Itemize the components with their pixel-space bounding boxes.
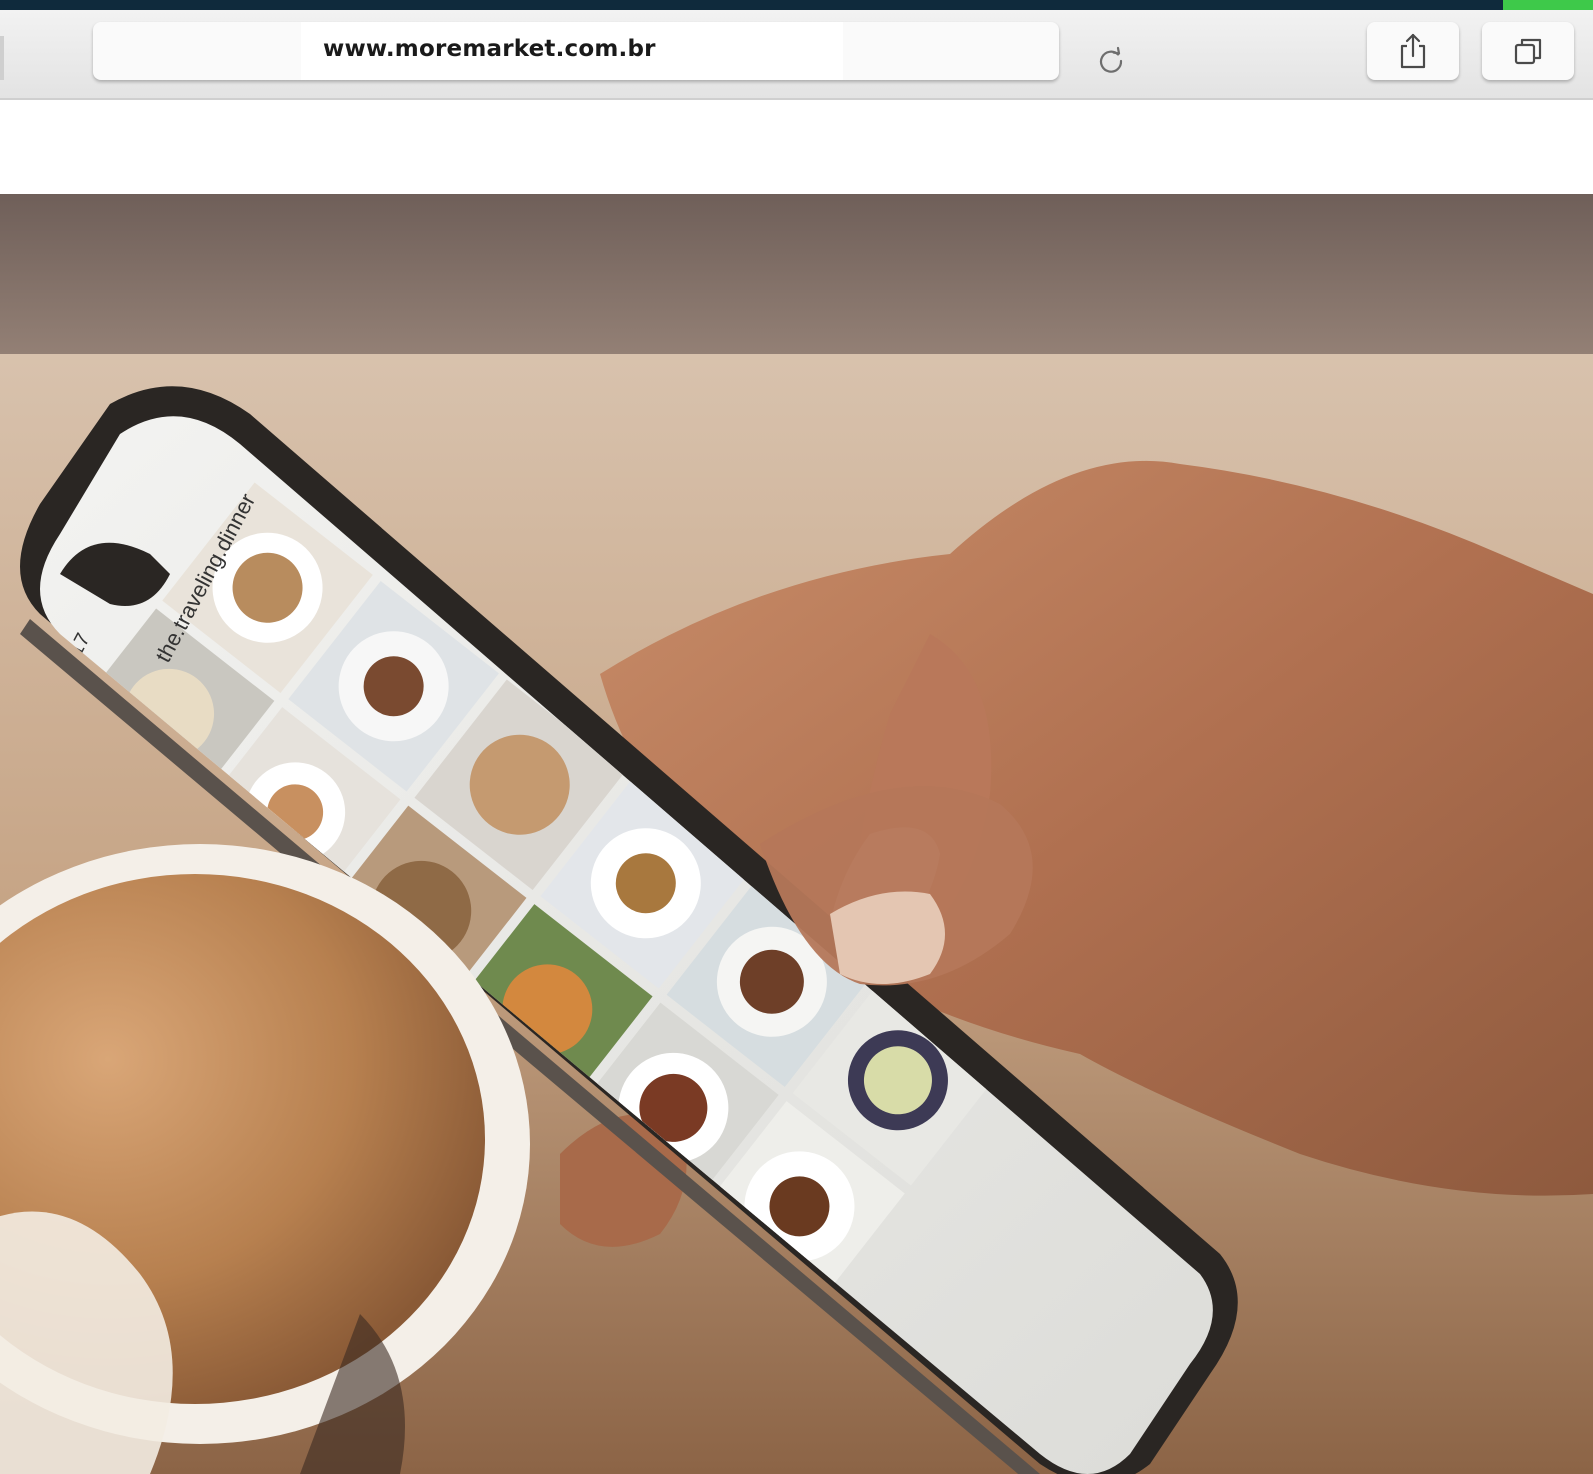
reload-button[interactable]: [1093, 42, 1129, 78]
url-text[interactable]: www.moremarket.com.br: [323, 36, 656, 62]
hero-photo: 4:17 the.traveling.dinner: [0, 194, 1593, 1474]
tabs-icon: [1514, 38, 1542, 65]
address-bar[interactable]: www.moremarket.com.br: [93, 22, 1123, 80]
share-button[interactable]: [1367, 22, 1459, 80]
browser-window: www.moremarket.com.br the.traveling.dinn…: [0, 0, 1593, 1474]
share-icon: [1400, 33, 1426, 69]
reload-icon: [1099, 46, 1123, 73]
toolbar-left-edge: [0, 36, 4, 80]
status-accent-bar: [1503, 0, 1593, 10]
hero-illustration: 4:17 the.traveling.dinner: [0, 194, 1593, 1474]
tabs-button[interactable]: [1482, 22, 1574, 80]
page-blank-area: [0, 100, 1593, 194]
status-strip: [0, 0, 1593, 10]
browser-toolbar: www.moremarket.com.br: [0, 10, 1593, 100]
